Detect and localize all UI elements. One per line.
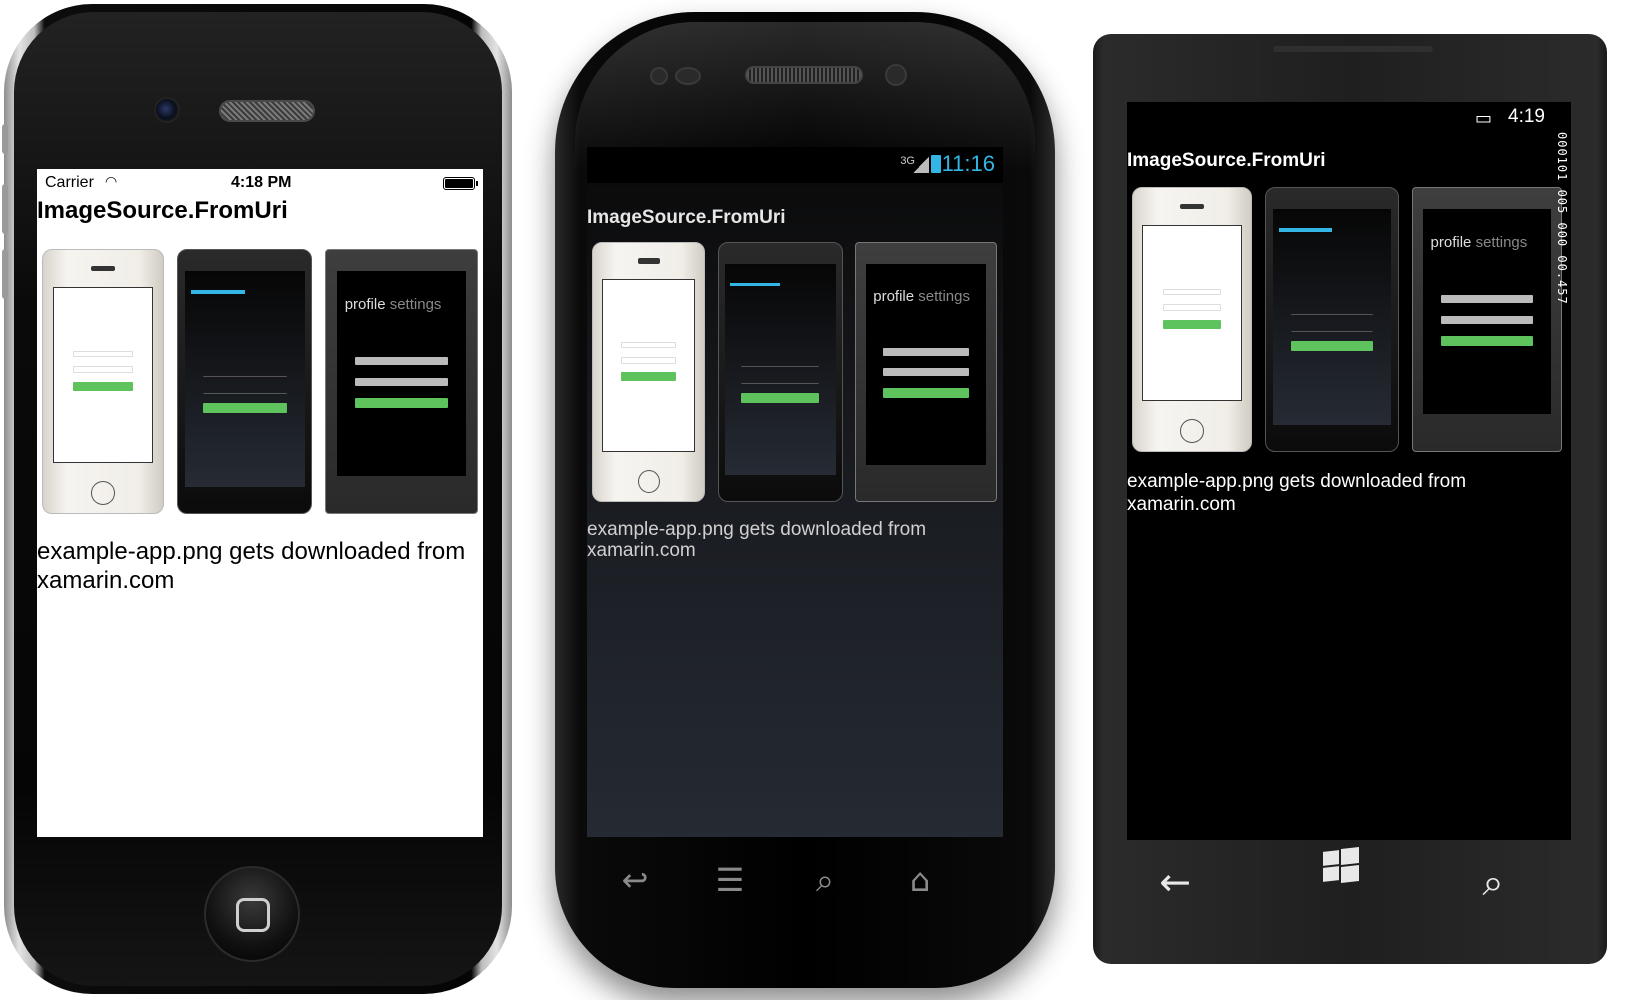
carrier-label: Carrier xyxy=(45,174,94,191)
light-sensor xyxy=(675,67,701,85)
front-camera xyxy=(885,64,907,86)
windows-phone-device-frame: ▭ 4:19 ImageSource.FromUri profile setti… xyxy=(1093,34,1607,964)
battery-icon xyxy=(443,177,478,190)
preview-windows-phone: profile settings xyxy=(325,249,478,514)
wifi-icon: ◠ xyxy=(105,173,118,189)
windows-phone-screen: ▭ 4:19 ImageSource.FromUri profile setti… xyxy=(1127,102,1571,840)
caption-text: example-app.png gets downloaded from xam… xyxy=(1127,471,1467,515)
back-icon[interactable]: ↩ xyxy=(615,858,655,902)
preview-settings-text: settings xyxy=(918,287,970,305)
preview-android-phone xyxy=(1265,187,1399,452)
android-nav-bar: ↩ ☰ ⌕ ⌂ xyxy=(615,858,995,902)
status-time: 4:18 PM xyxy=(231,174,292,191)
ios-status-bar: Carrier ◠ 4:18 PM xyxy=(37,169,483,197)
page-title: ImageSource.FromUri xyxy=(587,207,786,228)
volume-down-button xyxy=(2,249,8,299)
earpiece-speaker xyxy=(745,66,863,84)
signal-icon xyxy=(913,157,929,173)
back-icon[interactable]: ← xyxy=(1145,852,1205,912)
preview-profile-text: profile xyxy=(873,287,915,305)
preview-android-phone xyxy=(177,249,313,514)
preview-profile-text: profile xyxy=(344,295,386,313)
downloaded-image: profile settings xyxy=(1132,187,1562,452)
battery-icon xyxy=(931,155,941,173)
caption-line-1: example-app.png gets downloaded from xyxy=(37,538,466,565)
android-screen: 3G 11:16 ImageSource.FromUri profile set… xyxy=(587,147,1003,837)
preview-android-phone xyxy=(717,242,844,502)
caption-text: example-app.png gets downloaded from xam… xyxy=(37,537,483,595)
downloaded-image: profile settings xyxy=(42,249,478,514)
android-device-frame: 3G 11:16 ImageSource.FromUri profile set… xyxy=(555,12,1055,988)
iphone-screen: Carrier ◠ 4:18 PM ImageSource.FromUri pr… xyxy=(37,169,483,837)
preview-settings-text: settings xyxy=(389,295,442,313)
preview-settings-text: settings xyxy=(1475,233,1528,251)
volume-up-button xyxy=(2,184,8,234)
earpiece-slot xyxy=(1273,46,1433,52)
preview-profile-text: profile xyxy=(1430,233,1472,251)
iphone-device-frame: Carrier ◠ 4:18 PM ImageSource.FromUri pr… xyxy=(2,4,512,994)
page-title: ImageSource.FromUri xyxy=(1127,150,1326,171)
preview-ios-phone xyxy=(42,249,165,514)
status-time: 4:19 xyxy=(1508,106,1545,127)
home-button[interactable] xyxy=(204,866,300,962)
windows-start-icon[interactable] xyxy=(1323,847,1359,884)
preview-windows-phone: profile settings xyxy=(1411,187,1562,452)
home-icon[interactable]: ⌂ xyxy=(900,858,940,902)
page-title: ImageSource.FromUri xyxy=(37,197,288,224)
caption-text: example-app.png gets downloaded from xam… xyxy=(587,519,1003,561)
search-icon[interactable]: ⌕ xyxy=(1463,852,1523,912)
downloaded-image: profile settings xyxy=(592,242,997,502)
caption-line-1: example-app.png gets downloaded from xyxy=(587,519,927,540)
home-square-icon xyxy=(236,898,270,932)
menu-icon[interactable]: ☰ xyxy=(710,858,750,902)
status-time: 11:16 xyxy=(941,151,995,176)
caption-line-2: xamarin.com xyxy=(37,567,175,594)
android-status-bar: 3G 11:16 xyxy=(587,147,1003,183)
preview-windows-phone: profile settings xyxy=(855,242,997,502)
battery-charging-icon: ▭ xyxy=(1475,108,1493,129)
front-camera xyxy=(154,97,180,123)
preview-ios-phone xyxy=(1132,187,1253,452)
search-icon[interactable]: ⌕ xyxy=(805,858,845,902)
frame-rate-counter: 000101 005 000 00.457 xyxy=(1555,132,1569,305)
mute-switch xyxy=(2,124,8,154)
proximity-sensor xyxy=(650,67,668,85)
caption-line-2: xamarin.com xyxy=(587,540,696,561)
earpiece-speaker xyxy=(219,100,315,122)
preview-ios-phone xyxy=(592,242,706,502)
